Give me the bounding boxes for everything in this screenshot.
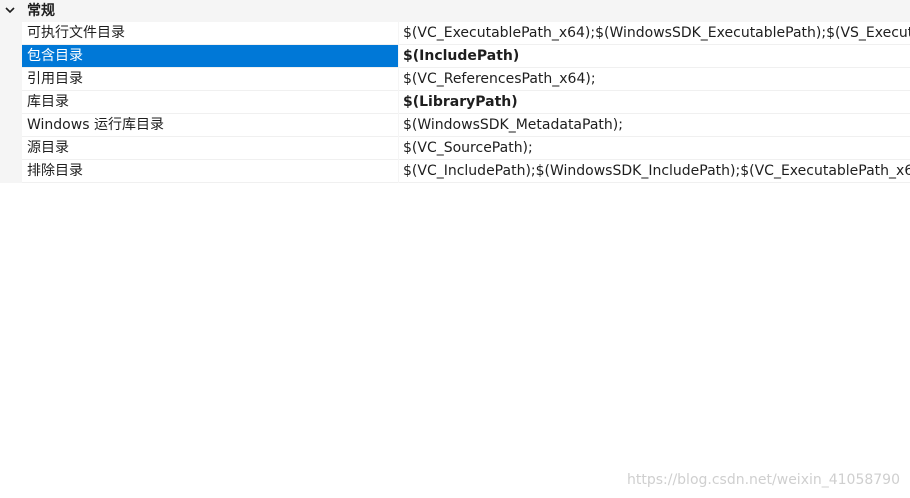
property-value-cell[interactable]: $(WindowsSDK_MetadataPath); [399, 114, 910, 137]
property-row[interactable]: 库目录 $(LibraryPath) [0, 91, 910, 114]
property-name-cell[interactable]: 源目录 [22, 137, 398, 160]
property-value: $(LibraryPath) [403, 94, 518, 110]
property-row[interactable]: 源目录 $(VC_SourcePath); [0, 137, 910, 160]
property-name: 源目录 [27, 140, 69, 156]
category-row-general[interactable]: 常规 [0, 0, 910, 22]
property-name-cell[interactable]: 库目录 [22, 91, 398, 114]
property-grid: 常规 可执行文件目录 $(VC_ExecutablePath_x64);$(Wi… [0, 0, 910, 183]
property-name-cell[interactable]: 可执行文件目录 [22, 22, 398, 45]
property-name-cell[interactable]: Windows 运行库目录 [22, 114, 398, 137]
watermark-text: https://blog.csdn.net/weixin_41058790 [626, 472, 900, 488]
property-value: $(WindowsSDK_MetadataPath); [403, 117, 623, 133]
property-row[interactable]: 引用目录 $(VC_ReferencesPath_x64); [0, 68, 910, 91]
property-value: $(IncludePath) [403, 48, 520, 64]
property-name: 包含目录 [27, 48, 83, 64]
property-name: 可执行文件目录 [27, 25, 125, 41]
property-row[interactable]: Windows 运行库目录 $(WindowsSDK_MetadataPath)… [0, 114, 910, 137]
property-value: $(VC_ReferencesPath_x64); [403, 71, 596, 87]
property-name: 引用目录 [27, 71, 83, 87]
property-row[interactable]: 排除目录 $(VC_IncludePath);$(WindowsSDK_Incl… [0, 160, 910, 183]
property-name: Windows 运行库目录 [27, 117, 164, 133]
property-name: 排除目录 [27, 163, 83, 179]
chevron-down-icon[interactable] [3, 2, 17, 18]
property-name-cell[interactable]: 排除目录 [22, 160, 398, 183]
property-value: $(VC_ExecutablePath_x64);$(WindowsSDK_Ex… [403, 25, 910, 41]
property-value-cell[interactable]: $(VC_IncludePath);$(WindowsSDK_IncludePa… [399, 160, 910, 183]
property-name-cell[interactable]: 包含目录 [22, 45, 398, 68]
property-value-cell[interactable]: $(VC_ReferencesPath_x64); [399, 68, 910, 91]
property-value-cell[interactable]: $(VC_ExecutablePath_x64);$(WindowsSDK_Ex… [399, 22, 910, 45]
category-label: 常规 [27, 3, 55, 19]
property-value-cell[interactable]: $(IncludePath) [399, 45, 910, 68]
property-value-cell[interactable]: $(VC_SourcePath); [399, 137, 910, 160]
property-name-cell[interactable]: 引用目录 [22, 68, 398, 91]
property-value: $(VC_IncludePath);$(WindowsSDK_IncludePa… [403, 163, 910, 179]
property-name: 库目录 [27, 94, 69, 110]
property-value: $(VC_SourcePath); [403, 140, 533, 156]
property-row[interactable]: 可执行文件目录 $(VC_ExecutablePath_x64);$(Windo… [0, 22, 910, 45]
property-row[interactable]: 包含目录 $(IncludePath) [0, 45, 910, 68]
property-value-cell[interactable]: $(LibraryPath) [399, 91, 910, 114]
